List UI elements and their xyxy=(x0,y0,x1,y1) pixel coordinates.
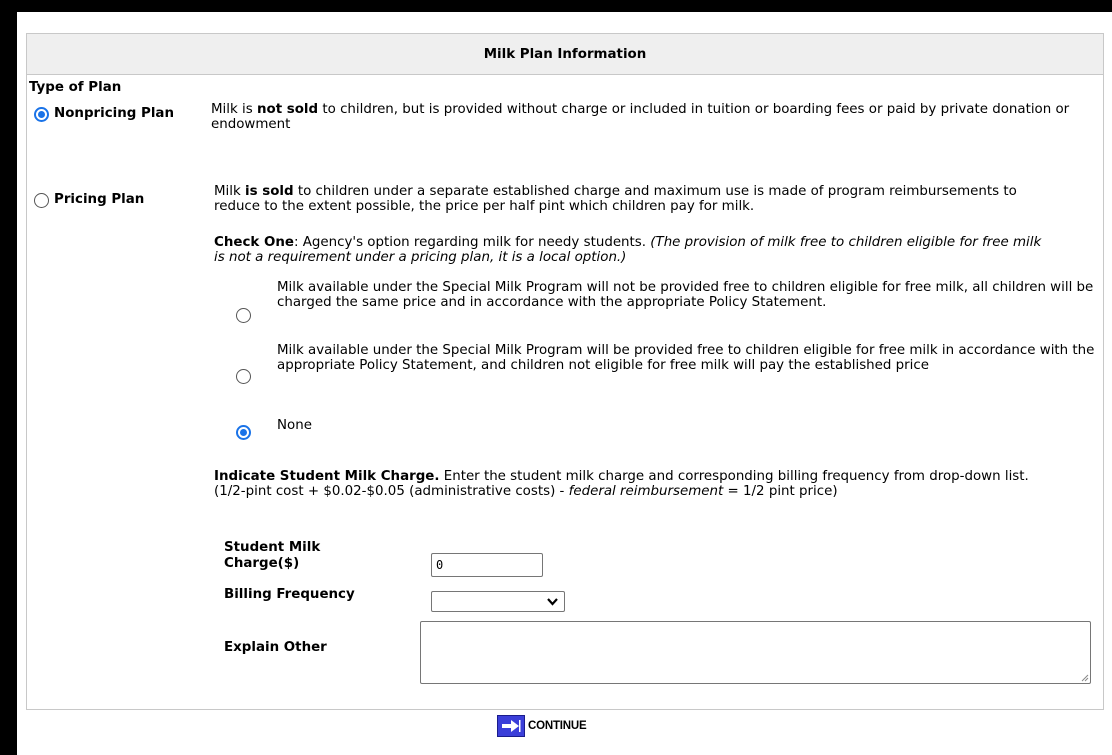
nonpricing-plan-radio[interactable] xyxy=(34,107,49,122)
billing-frequency-label: Billing Frequency xyxy=(224,587,355,602)
milk-option-none-label: None xyxy=(277,418,312,433)
billing-frequency-select[interactable] xyxy=(431,591,565,612)
pricing-plan-label[interactable]: Pricing Plan xyxy=(54,192,144,207)
page-frame: Milk Plan Information Type of Plan Nonpr… xyxy=(17,12,1112,755)
milk-option-free-radio[interactable] xyxy=(236,369,251,384)
nonpricing-plan-label[interactable]: Nonpricing Plan xyxy=(54,106,174,121)
arrow-right-icon xyxy=(497,715,525,737)
chevron-down-icon xyxy=(547,598,558,606)
milk-option-free-label: Milk available under the Special Milk Pr… xyxy=(277,343,1095,373)
resize-grip-icon[interactable] xyxy=(1081,674,1089,682)
nonpricing-plan-description: Milk is not sold to children, but is pro… xyxy=(211,102,1070,132)
student-milk-charge-label: Student Milk Charge($) xyxy=(224,540,321,571)
explain-other-textarea[interactable] xyxy=(420,621,1091,684)
pricing-plan-description: Milk is sold to children under a separat… xyxy=(214,184,1017,214)
student-milk-charge-input[interactable] xyxy=(431,553,543,577)
milk-option-none-radio[interactable] xyxy=(236,425,251,440)
milk-plan-panel: Milk Plan Information Type of Plan Nonpr… xyxy=(26,33,1104,710)
continue-button[interactable]: CONTINUE xyxy=(497,715,587,737)
panel-title: Milk Plan Information xyxy=(27,34,1103,75)
milk-option-not-free-radio[interactable] xyxy=(236,308,251,323)
milk-option-not-free-label: Milk available under the Special Milk Pr… xyxy=(277,280,1094,310)
explain-other-label: Explain Other xyxy=(224,640,327,655)
check-one-instructions: Check One: Agency's option regarding mil… xyxy=(214,235,1042,265)
pricing-plan-radio[interactable] xyxy=(34,193,49,208)
milk-charge-instructions: Indicate Student Milk Charge. Enter the … xyxy=(214,469,1029,499)
continue-label: CONTINUE xyxy=(528,720,587,732)
type-of-plan-heading: Type of Plan xyxy=(29,80,122,95)
